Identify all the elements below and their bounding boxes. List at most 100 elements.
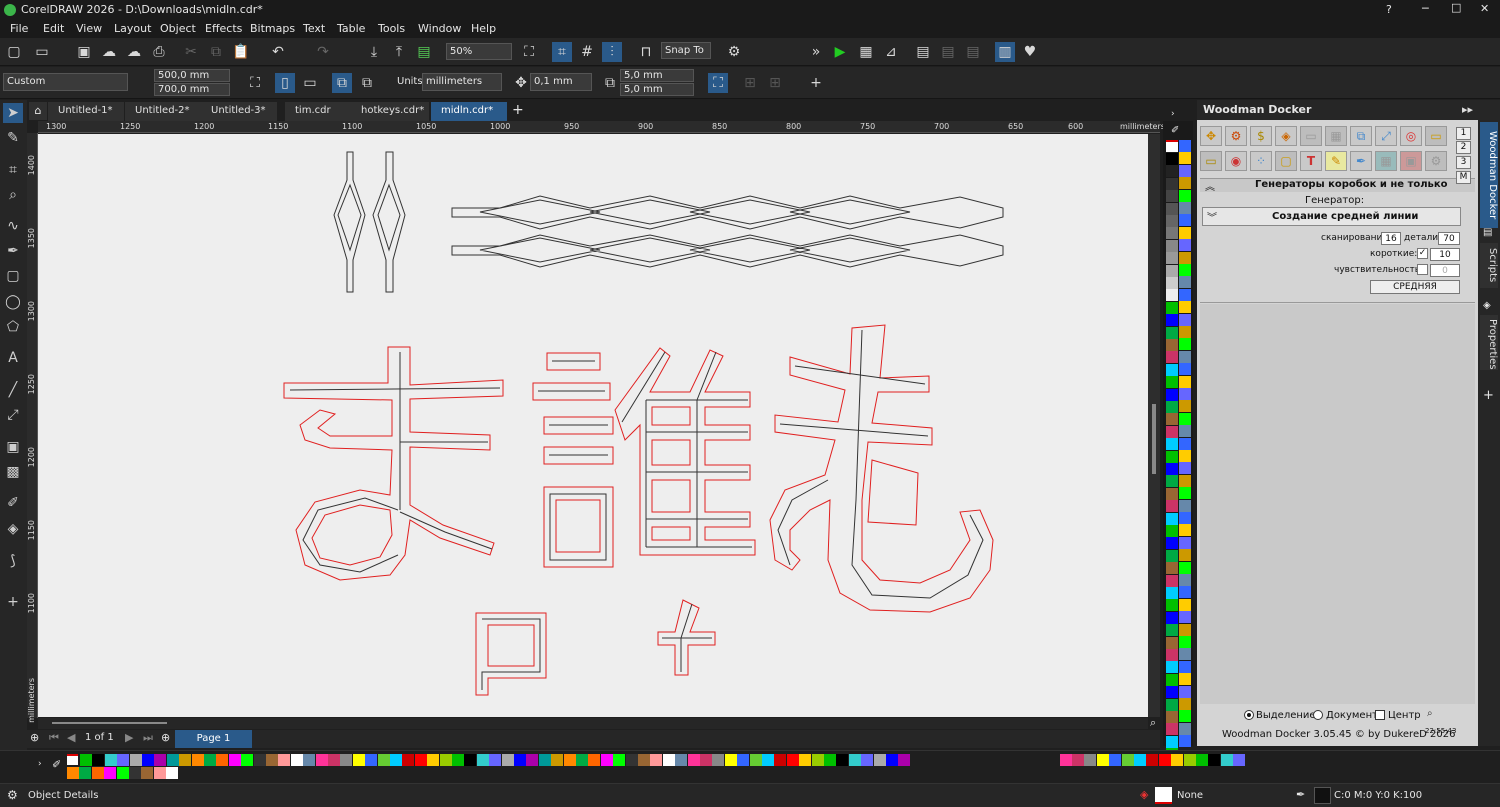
- palette-scroll-up-icon[interactable]: ›: [1171, 109, 1175, 119]
- palette-swatch[interactable]: [1166, 339, 1178, 351]
- more-chevron-icon[interactable]: »: [806, 42, 826, 62]
- tool-pen-icon[interactable]: ✒: [1350, 151, 1372, 171]
- palette-swatch[interactable]: [997, 754, 1010, 766]
- menu-file[interactable]: File: [10, 22, 28, 35]
- palette-swatch[interactable]: [439, 754, 452, 766]
- tab-untitled-3[interactable]: Untitled-3*: [201, 102, 277, 121]
- palette-swatch[interactable]: [1166, 376, 1178, 389]
- vertical-ruler[interactable]: 1400 1350 1300 1250 1200 1150 1100 milli…: [27, 133, 38, 723]
- pick-tool-icon[interactable]: ➤: [3, 103, 23, 123]
- palette-swatch[interactable]: [129, 767, 141, 779]
- palette-swatch[interactable]: [1179, 152, 1191, 165]
- palette-swatch[interactable]: [1179, 561, 1191, 574]
- palette-swatch[interactable]: [1047, 754, 1060, 766]
- snap-off-icon[interactable]: ⊞: [765, 73, 785, 93]
- tool-layers-icon[interactable]: ▦: [1375, 151, 1397, 171]
- palette-swatch[interactable]: [1179, 698, 1191, 710]
- palette-swatch[interactable]: [861, 754, 874, 766]
- palette-swatch[interactable]: [737, 754, 750, 766]
- palette-swatch[interactable]: [303, 754, 316, 766]
- first-page-icon[interactable]: ⏮: [49, 731, 59, 745]
- shadow-tool-icon[interactable]: ▣: [3, 437, 23, 457]
- no-color-swatch[interactable]: [67, 754, 78, 765]
- settings-gear-icon[interactable]: ⚙: [7, 788, 18, 802]
- palette-swatch[interactable]: [153, 767, 166, 779]
- help-button[interactable]: ?: [1386, 3, 1392, 16]
- palette-swatch[interactable]: [1179, 202, 1191, 214]
- palette-swatch[interactable]: [464, 754, 477, 766]
- palette-swatch[interactable]: [650, 754, 663, 766]
- palette-swatch[interactable]: [278, 754, 291, 766]
- tab-woodman-docker[interactable]: Woodman Docker: [1480, 122, 1498, 228]
- tool-image-icon[interactable]: ▣: [1400, 151, 1422, 171]
- palette-swatch[interactable]: [712, 754, 725, 766]
- palette-swatch[interactable]: [1179, 350, 1191, 363]
- palette-swatch[interactable]: [1179, 499, 1191, 512]
- color-palette[interactable]: › ✐: [0, 750, 1500, 780]
- palette-swatch[interactable]: [1166, 401, 1178, 413]
- add-docker-icon[interactable]: +: [1483, 388, 1494, 403]
- palette-swatch[interactable]: [638, 754, 650, 766]
- palette-swatch[interactable]: [1166, 549, 1178, 562]
- tool-blocks-icon[interactable]: ▦: [1325, 126, 1347, 146]
- palette-swatch[interactable]: [948, 754, 960, 766]
- palette-swatch[interactable]: [1166, 698, 1178, 711]
- palette-swatch[interactable]: [1196, 754, 1208, 766]
- horizontal-ruler[interactable]: 1300 1250 1200 1150 1100 1050 1000 950 9…: [38, 121, 1165, 133]
- tool-label-icon[interactable]: ▭: [1425, 126, 1447, 146]
- palette-swatch[interactable]: [179, 754, 192, 766]
- docker-icon[interactable]: ▥: [995, 42, 1015, 62]
- zoom-corner-icon[interactable]: ⌕: [1150, 716, 1156, 730]
- palette-swatch[interactable]: [588, 754, 601, 766]
- drawing-canvas[interactable]: [38, 134, 1148, 717]
- docker-pin-icon[interactable]: ▸▸: [1462, 103, 1473, 116]
- short-input[interactable]: 10: [1430, 248, 1460, 261]
- macro-manager-icon[interactable]: ▦: [856, 42, 876, 62]
- palette-swatch[interactable]: [1179, 462, 1191, 475]
- menu-view[interactable]: View: [76, 22, 102, 35]
- fill-none-swatch[interactable]: [1155, 787, 1172, 804]
- palette-swatch[interactable]: [786, 754, 799, 766]
- ellipse-tool-icon[interactable]: ◯: [3, 292, 23, 312]
- palette-swatch[interactable]: [811, 754, 824, 766]
- palette-swatch[interactable]: [1166, 711, 1178, 723]
- palette-swatch[interactable]: [228, 754, 241, 766]
- horizontal-scrollbar[interactable]: ⌕: [38, 716, 1156, 729]
- last-page-icon[interactable]: ⏭: [143, 731, 153, 745]
- vertical-color-palette[interactable]: › ✐: [1163, 109, 1193, 761]
- palette-swatch[interactable]: [1179, 239, 1191, 252]
- palette-swatch[interactable]: [1179, 536, 1191, 549]
- palette-swatch[interactable]: [1179, 648, 1191, 661]
- palette-swatch[interactable]: [1166, 363, 1178, 376]
- palette-swatch[interactable]: [1121, 754, 1134, 766]
- palette-swatch[interactable]: [1179, 512, 1191, 524]
- palette-swatch[interactable]: [799, 754, 812, 766]
- palette-swatch[interactable]: [1166, 487, 1178, 500]
- scroll-thumb[interactable]: [1152, 404, 1156, 474]
- palette-swatch[interactable]: [1166, 599, 1178, 612]
- freehand-tool-icon[interactable]: ∿: [3, 216, 23, 236]
- scan-input[interactable]: 16: [1381, 232, 1401, 245]
- palette-swatch[interactable]: [1166, 227, 1178, 240]
- crop-tool-icon[interactable]: ⌗: [3, 160, 23, 180]
- save-icon[interactable]: ▣: [74, 42, 94, 62]
- palette-swatch[interactable]: [1166, 512, 1178, 525]
- palette-swatch[interactable]: [1166, 500, 1178, 513]
- palette-swatch[interactable]: [1166, 475, 1178, 488]
- palette-swatch[interactable]: [1179, 685, 1191, 698]
- palette-swatch[interactable]: [402, 754, 415, 766]
- palette-swatch[interactable]: [1166, 190, 1178, 203]
- palette-swatch[interactable]: [1166, 301, 1178, 314]
- treat-as-filled-icon[interactable]: ⛶: [708, 73, 728, 93]
- tab-hotkeys[interactable]: hotkeys.cdr*: [351, 102, 429, 121]
- palette-swatch[interactable]: [935, 754, 948, 766]
- palette-swatch[interactable]: [985, 754, 998, 766]
- radio-document[interactable]: [1313, 710, 1323, 720]
- undo-icon[interactable]: ↶: [268, 42, 288, 62]
- palette-swatch[interactable]: [1166, 661, 1178, 674]
- palette-swatch[interactable]: [1179, 611, 1191, 624]
- palette-swatch[interactable]: [1179, 226, 1191, 239]
- cut-icon[interactable]: ✂: [181, 42, 201, 62]
- palette-swatch[interactable]: [526, 754, 539, 766]
- zoom-to-page-icon[interactable]: ⛶: [519, 42, 539, 62]
